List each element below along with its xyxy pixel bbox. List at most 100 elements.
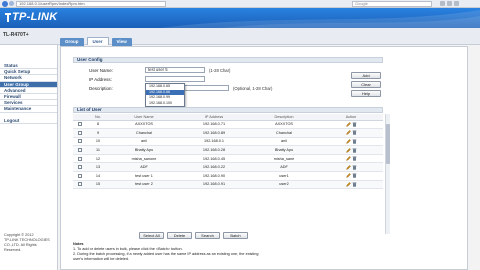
delete-button[interactable]: Delete [167, 232, 192, 239]
row-user-name: test user 1 [109, 171, 179, 181]
tab-user[interactable]: User [86, 37, 109, 45]
sidebar: Status Quick Setup Network User Group Ad… [0, 45, 58, 270]
copyright: Copyright © 2012 TP-LINK TECHNOLOGIES CO… [4, 233, 56, 253]
browser-search-input[interactable]: Google [352, 1, 432, 7]
row-checkbox[interactable] [78, 173, 82, 178]
row-ip-address: 192.168.0.90 [179, 171, 249, 181]
row-no: 9 [87, 128, 109, 138]
browser-tools [440, 1, 476, 7]
table-row: 13 ADF 192.168.0.22 ADF [73, 162, 383, 173]
delete-icon[interactable] [351, 122, 357, 127]
row-actions [319, 128, 383, 138]
edit-icon[interactable] [345, 147, 351, 153]
row-actions [319, 154, 383, 164]
header-decoration [160, 10, 480, 28]
user-name-hint: (1-28 Char) [209, 68, 231, 73]
row-user-name: Bhatty Apu [109, 145, 179, 155]
address-bar[interactable]: 192.168.0.1/userRpm/IndexRpm.htm [16, 1, 166, 7]
user-name-input[interactable]: test user 5 [145, 67, 205, 73]
clear-button[interactable]: Clear [351, 81, 381, 88]
select-all-button[interactable]: Select All [139, 232, 164, 239]
row-ip-address: 192.168.0.45 [179, 154, 249, 164]
help-button[interactable]: Help [351, 90, 381, 97]
ip-address-dropdown[interactable]: 192.168.0.65 192.168.0.66 192.168.0.99 1… [145, 83, 185, 107]
row-actions [319, 120, 383, 130]
delete-icon[interactable] [351, 148, 357, 153]
forward-icon[interactable] [9, 1, 14, 6]
row-description: misha_sane [249, 154, 319, 164]
table-row: 15 test user 2 192.168.0.91 user2 [73, 180, 383, 190]
user-config-title: User Config [73, 57, 383, 63]
row-user-name: test user 2 [109, 180, 179, 190]
dropdown-option[interactable]: 192.168.0.100 [146, 101, 184, 107]
user-table: No. User Name IP Address Description Act… [73, 114, 383, 190]
row-checkbox[interactable] [78, 182, 82, 187]
row-checkbox[interactable] [78, 156, 82, 161]
row-checkbox-cell [73, 137, 87, 147]
row-checkbox[interactable] [78, 130, 82, 135]
edit-icon[interactable] [345, 173, 351, 179]
table-row: 9 Chanchal 192.168.0.89 Chanchal [73, 128, 383, 138]
main-panel: User Config User Name: test user 5 (1-28… [60, 46, 468, 270]
notes: Notes 1. To add or delete users in bulk,… [73, 242, 463, 262]
sidebar-item-maintenance[interactable]: Maintenance [0, 106, 57, 113]
edit-icon[interactable] [345, 139, 351, 144]
search-button[interactable]: Search [195, 232, 220, 239]
model-bar: TL-R470T+ Group User View [0, 28, 480, 46]
row-description: user2 [249, 180, 319, 190]
table-row: 8 AXXXTOS 192.168.0.71 AXXXTOS [73, 120, 383, 130]
model-name: TL-R470T+ [3, 32, 29, 38]
row-ip-address: 192.168.0.1 [179, 137, 249, 147]
row-checkbox[interactable] [78, 148, 82, 153]
row-no: 14 [87, 171, 109, 181]
row-checkbox-cell [73, 154, 87, 164]
row-actions [319, 180, 383, 190]
edit-icon[interactable] [345, 130, 351, 136]
row-no: 10 [87, 137, 109, 147]
table-scrollbar[interactable] [385, 114, 390, 234]
table-row: 11 Bhatty Apu 192.168.0.28 Bhatty Apu [73, 145, 383, 155]
row-description: Bhatty Apu [249, 145, 319, 155]
scrollbar-thumb[interactable] [386, 124, 390, 164]
description-label: Description: [89, 86, 113, 91]
tab-view[interactable]: View [111, 38, 132, 46]
tab-group[interactable]: Group [60, 38, 84, 46]
edit-icon[interactable] [345, 182, 351, 187]
back-icon[interactable] [2, 1, 8, 7]
delete-icon[interactable] [351, 139, 357, 144]
delete-icon[interactable] [351, 182, 357, 187]
edit-icon[interactable] [345, 164, 351, 170]
ip-address-select[interactable] [145, 76, 205, 82]
screen: 192.168.0.1/userRpm/IndexRpm.htm Google … [0, 0, 480, 270]
add-button[interactable]: Add [351, 72, 381, 79]
home-icon[interactable] [440, 1, 445, 6]
delete-icon[interactable] [351, 173, 357, 179]
table-row: 12 misha_sanone 192.168.0.45 misha_sane [73, 154, 383, 164]
row-checkbox[interactable] [78, 122, 82, 127]
row-checkbox-cell [73, 120, 87, 130]
row-user-name: misha_sanone [109, 154, 179, 164]
delete-icon[interactable] [351, 156, 357, 161]
brand-logo: TP-LINK [12, 11, 58, 23]
delete-icon[interactable] [351, 165, 357, 170]
row-ip-address: 192.168.0.28 [179, 145, 249, 155]
row-actions [319, 145, 383, 155]
row-no: 8 [87, 120, 109, 130]
user-name-label: User Name: [89, 68, 114, 73]
gear-icon[interactable] [454, 1, 459, 6]
delete-icon[interactable] [351, 130, 357, 136]
row-description: ADF [249, 162, 319, 173]
edit-icon[interactable] [345, 156, 351, 161]
table-row: 10 anil 192.168.0.1 anil [73, 137, 383, 147]
row-ip-address: 192.168.0.71 [179, 120, 249, 130]
row-checkbox[interactable] [78, 165, 82, 170]
row-checkbox-cell [73, 128, 87, 138]
logo-icon [5, 13, 11, 22]
star-icon[interactable] [447, 1, 452, 6]
edit-icon[interactable] [345, 121, 351, 127]
batch-button[interactable]: Batch [223, 232, 248, 239]
sidebar-item-logout[interactable]: Logout [0, 118, 57, 124]
row-checkbox-cell [73, 145, 87, 155]
row-checkbox[interactable] [78, 139, 82, 144]
row-no: 13 [87, 162, 109, 173]
